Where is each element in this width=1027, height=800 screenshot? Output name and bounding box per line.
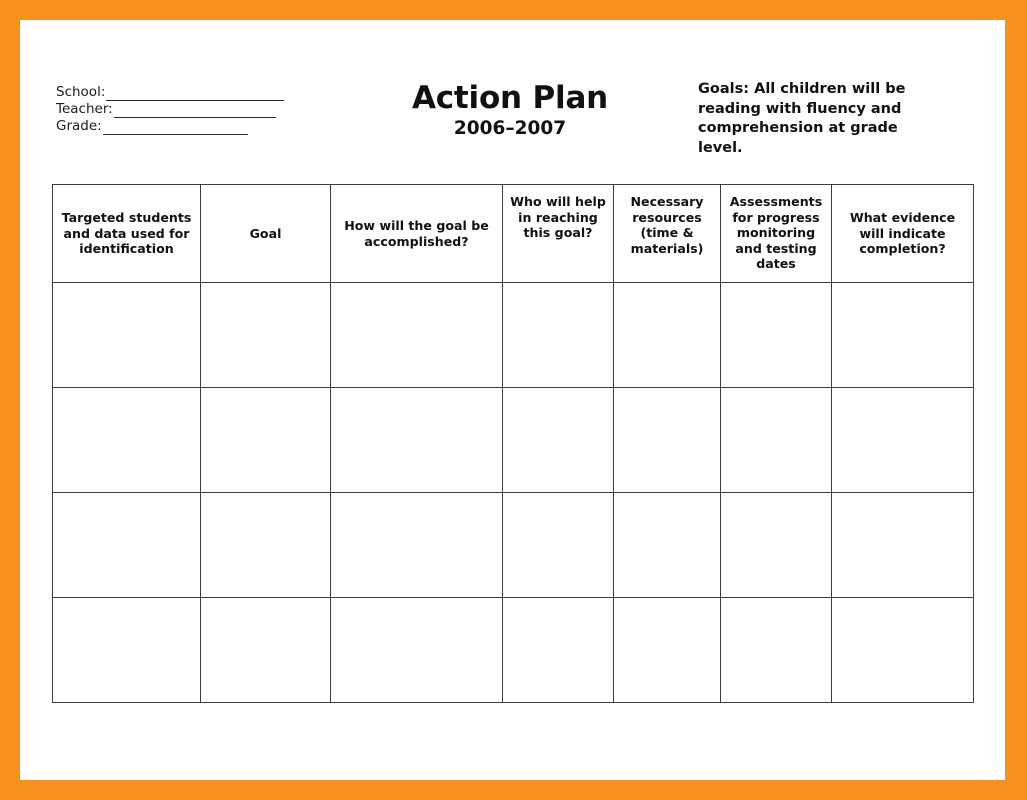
column-header-necessary-resources: Necessary resources (time & materials) [613,184,721,283]
grade-field-row: Grade: [56,118,326,135]
cell-goal[interactable] [200,597,331,703]
table-row [52,492,974,598]
cell-necessary-resources[interactable] [613,282,721,388]
goals-statement: Goals: All children will be reading with… [698,81,906,156]
cell-necessary-resources[interactable] [613,387,721,493]
page-title: Action Plan [411,80,609,116]
page-subtitle: 2006–2007 [453,118,567,139]
cell-targeted-students[interactable] [52,597,201,703]
cell-assessments[interactable] [720,492,832,598]
cell-necessary-resources[interactable] [613,597,721,703]
action-plan-page: School: Teacher: Grade: Action Plan 2006… [0,0,1027,800]
column-header-who-will-help: Who will help in reaching this goal? [502,184,614,283]
cell-who-will-help[interactable] [502,597,614,703]
cell-assessments[interactable] [720,387,832,493]
cell-assessments[interactable] [720,282,832,388]
cell-goal[interactable] [200,387,331,493]
cell-what-evidence[interactable] [831,492,974,598]
grade-field-label: Grade: [56,118,102,134]
teacher-field-label: Teacher: [56,101,113,117]
title-block: Action Plan 2006–2007 [330,80,690,140]
grade-input-line[interactable] [102,121,248,135]
cell-assessments[interactable] [720,597,832,703]
orange-border-left [0,0,20,800]
cell-targeted-students[interactable] [52,282,201,388]
column-header-goal: Goal [200,184,331,283]
cell-what-evidence[interactable] [831,387,974,493]
column-header-how-accomplished: How will the goal be accomplished? [330,184,503,283]
table-row [52,597,974,703]
action-plan-table: Targeted students and data used for iden… [52,184,974,703]
table-header-row: Targeted students and data used for iden… [52,184,974,283]
identification-fields: School: Teacher: Grade: [56,84,326,135]
school-field-row: School: [56,84,326,101]
cell-targeted-students[interactable] [52,387,201,493]
orange-border-top [0,0,1027,20]
cell-who-will-help[interactable] [502,282,614,388]
cell-how-accomplished[interactable] [330,597,503,703]
table-row [52,282,974,388]
cell-how-accomplished[interactable] [330,492,503,598]
cell-necessary-resources[interactable] [613,492,721,598]
table-row [52,387,974,493]
teacher-input-line[interactable] [113,104,276,118]
column-header-assessments: Assessments for progress monitoring and … [720,184,832,283]
teacher-field-row: Teacher: [56,101,326,118]
document-header: School: Teacher: Grade: Action Plan 2006… [20,20,1005,170]
school-field-label: School: [56,84,106,100]
orange-border-bottom [0,780,1027,800]
cell-targeted-students[interactable] [52,492,201,598]
school-input-line[interactable] [106,87,285,101]
table-body [52,282,974,703]
cell-how-accomplished[interactable] [330,387,503,493]
cell-what-evidence[interactable] [831,282,974,388]
cell-who-will-help[interactable] [502,492,614,598]
cell-goal[interactable] [200,492,331,598]
cell-goal[interactable] [200,282,331,388]
column-header-targeted-students: Targeted students and data used for iden… [52,184,201,283]
document-sheet: School: Teacher: Grade: Action Plan 2006… [20,20,1005,780]
cell-what-evidence[interactable] [831,597,974,703]
column-header-what-evidence: What evidence will indicate completion? [831,184,974,283]
cell-who-will-help[interactable] [502,387,614,493]
orange-border-right [1005,0,1027,800]
cell-how-accomplished[interactable] [330,282,503,388]
